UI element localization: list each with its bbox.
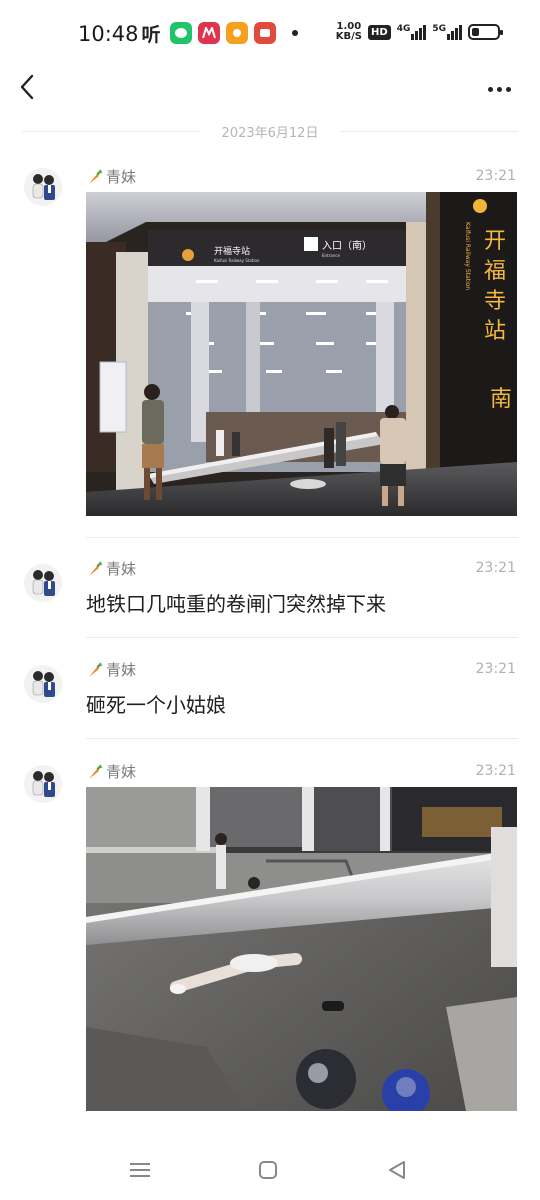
carrot-icon <box>86 661 104 679</box>
pillar-en: Kaifusi Railway Station <box>464 222 471 290</box>
sign-entrance-en: Entrance <box>322 253 340 258</box>
network-speed: 1.00 KB/S <box>336 22 362 42</box>
message-text: 砸死一个小姑娘 <box>86 693 226 717</box>
hd-icon: HD <box>368 24 391 40</box>
message-text: 地铁口几吨重的卷闸门突然掉下来 <box>86 592 386 616</box>
metro-icon <box>198 22 220 44</box>
sender-name: 青妹 <box>86 166 136 187</box>
sign-entrance: 入口（南） <box>322 239 372 252</box>
avatar[interactable] <box>24 765 62 803</box>
message-divider <box>86 537 518 538</box>
message-time: 23:21 <box>475 560 516 576</box>
status-notification-icons: 听 <box>138 22 298 46</box>
wechat-icon <box>170 22 192 44</box>
signal-5g-icon: 5G <box>432 23 462 40</box>
back-triangle-icon[interactable] <box>384 1156 412 1184</box>
carrot-icon <box>86 168 104 186</box>
carrot-icon <box>86 560 104 578</box>
system-nav-bar <box>0 1140 540 1200</box>
avatar[interactable] <box>24 564 62 602</box>
message-time: 23:21 <box>475 763 516 779</box>
signal-4g-icon: 4G <box>396 23 427 40</box>
chevron-left-icon[interactable] <box>16 72 40 102</box>
app-icon <box>226 22 248 44</box>
signal-4g-label: 4G <box>396 23 411 34</box>
avatar[interactable] <box>24 665 62 703</box>
avatar[interactable] <box>24 168 62 206</box>
status-time: 10:48 <box>78 22 139 46</box>
sender-label: 青妹 <box>106 560 137 578</box>
sender-name: 青妹 <box>86 761 136 782</box>
carrot-icon <box>86 763 104 781</box>
nav-bar <box>0 70 540 110</box>
menu-icon[interactable] <box>126 1156 154 1184</box>
message-time: 23:21 <box>475 168 516 184</box>
pillar-char-1: 开 <box>484 229 506 254</box>
battery-fill <box>472 28 479 36</box>
more-icon[interactable] <box>488 74 518 104</box>
message-image[interactable]: 开福寺站 Kaifusi Railway Station 入口（南） Entra… <box>86 192 517 516</box>
signal-5g-label: 5G <box>432 23 446 34</box>
battery-icon <box>468 24 503 40</box>
sender-label: 青妹 <box>106 763 137 781</box>
more-notifications-dot <box>292 30 298 36</box>
message-divider <box>86 637 518 638</box>
status-bar: 10:48 听 1.00 KB/S HD 4G 5G <box>0 0 540 70</box>
message-time: 23:21 <box>475 661 516 677</box>
pillar-char-3: 寺 <box>484 289 506 314</box>
pillar-south: 南 <box>490 387 512 412</box>
message-image[interactable] <box>86 787 517 1111</box>
app-red-icon <box>254 22 276 44</box>
ting-icon: 听 <box>141 23 161 46</box>
sender-label: 青妹 <box>106 661 137 679</box>
network-speed-unit: KB/S <box>335 31 363 42</box>
sign-station-name-en: Kaifusi Railway Station <box>214 258 260 263</box>
status-system-icons: 1.00 KB/S HD 4G 5G <box>336 22 503 42</box>
sender-name: 青妹 <box>86 659 136 680</box>
pillar-char-4: 站 <box>484 319 506 344</box>
sender-name: 青妹 <box>86 558 136 579</box>
home-icon[interactable] <box>254 1156 282 1184</box>
message-divider <box>86 738 518 739</box>
date-separator-line-right <box>340 131 518 132</box>
sign-station-name: 开福寺站 <box>214 245 250 257</box>
sender-label: 青妹 <box>106 168 137 186</box>
pillar-char-2: 福 <box>484 259 506 284</box>
